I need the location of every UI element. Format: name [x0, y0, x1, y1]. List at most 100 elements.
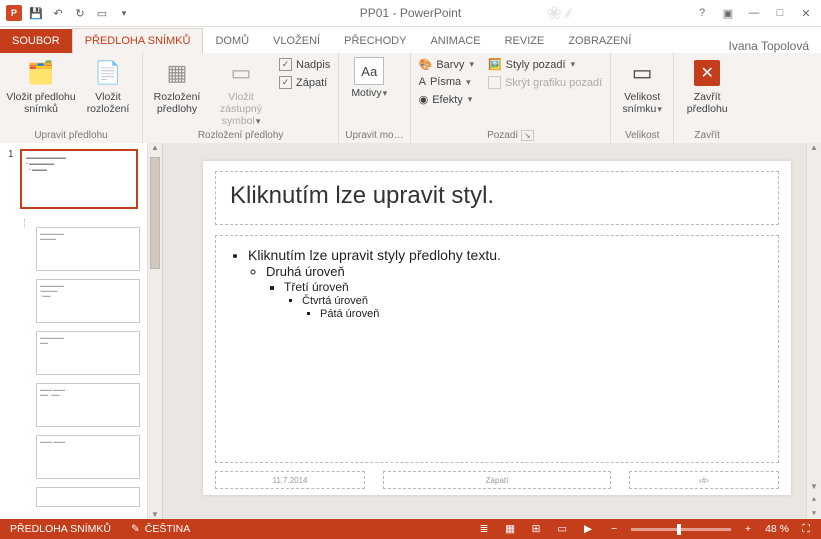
fonts-button[interactable]: APísma▾	[417, 75, 476, 89]
signed-in-user[interactable]: Ivana Topolová	[716, 39, 821, 53]
qat-customize-icon[interactable]: ▾	[116, 5, 132, 21]
spellcheck-icon: ✎	[131, 523, 140, 535]
close-window-icon[interactable]: ✕	[797, 4, 815, 22]
insert-placeholder-button[interactable]: ▭ Vložit zástupný symbol▾	[209, 55, 273, 127]
previous-slide-icon[interactable]: ⯅	[807, 495, 821, 505]
tab-slide-master[interactable]: PŘEDLOHA SNÍMKŮ	[72, 28, 204, 54]
start-from-beginning-icon[interactable]: ▭	[94, 5, 110, 21]
master-layout-icon: ▦	[161, 57, 193, 89]
effects-button[interactable]: ◉Efekty▾	[417, 92, 476, 107]
undo-icon[interactable]: ↶	[50, 5, 66, 21]
tab-home[interactable]: DOMŮ	[203, 29, 261, 53]
slideshow-view-icon[interactable]: ▶	[579, 522, 597, 536]
layout-thumbnail[interactable]: ▬▬▬▬▬▬▬▬▬▬	[36, 227, 140, 271]
slide-sorter-view-icon[interactable]: ⊞	[527, 522, 545, 536]
tab-insert[interactable]: VLOŽENÍ	[261, 29, 332, 53]
hide-background-graphics-checkbox[interactable]: Skrýt grafiku pozadí	[486, 75, 604, 90]
layout-thumbnail[interactable]: ▬▬▬ ▬▬▬	[36, 435, 140, 479]
help-icon[interactable]: ?	[693, 4, 711, 22]
checkbox-checked-icon: ✓	[279, 58, 292, 71]
tab-transitions[interactable]: PŘECHODY	[332, 29, 418, 53]
checkbox-unchecked-icon	[488, 76, 501, 89]
maximize-icon[interactable]: □	[771, 4, 789, 22]
effects-icon: ◉	[419, 93, 429, 106]
themes-button[interactable]: Aa Motivy▾	[345, 55, 393, 99]
slide-size-icon: ▭	[626, 57, 658, 89]
group-master-layout: ▦ Rozložení předlohy ▭ Vložit zástupný s…	[143, 53, 339, 143]
status-bar: PŘEDLOHA SNÍMKŮ ✎ČEŠTINA ≣ ▦ ⊞ ▭ ▶ − + 4…	[0, 519, 821, 539]
workspace: 1 ▬▬▬▬▬▬▬▬▪ ▬▬▬▬▬ ▪ ▬▬▬ ▬▬▬▬▬▬▬▬▬▬ ▬▬▬▬▬…	[0, 143, 821, 519]
decorative-floral-icon: ❀⸙	[501, 0, 621, 26]
title-bar: P 💾 ↶ ↻ ▭ ▾ ❀⸙ PP01 - PowerPoint ? ▣ — □…	[0, 0, 821, 27]
thumbnail-connector	[24, 219, 37, 227]
layout-thumbnail[interactable]: ▬▬▬▬▬▬▬▬	[36, 331, 140, 375]
title-placeholder[interactable]: Kliknutím lze upravit styl.	[215, 171, 779, 225]
reading-view-icon[interactable]: ▭	[553, 522, 571, 536]
master-number: 1	[8, 149, 16, 160]
notes-button-icon[interactable]: ≣	[475, 522, 493, 536]
app-logo-icon: P	[6, 5, 22, 21]
scroll-up-icon[interactable]: ▲	[807, 143, 821, 152]
slide-number-placeholder[interactable]: ‹#›	[629, 471, 779, 489]
group-edit-master: 🗂️ Vložit předlohu snímků 📄 Vložit rozlo…	[0, 53, 143, 143]
zoom-slider[interactable]	[631, 528, 731, 531]
next-slide-icon[interactable]: ⯆	[807, 509, 821, 519]
bullet-level-3: Třetí úroveň	[284, 280, 764, 294]
colors-button[interactable]: 🎨Barvy▾	[417, 57, 476, 72]
title-checkbox[interactable]: ✓Nadpis	[277, 57, 332, 72]
zoom-out-button[interactable]: −	[605, 522, 623, 536]
master-thumbnail[interactable]: ▬▬▬▬▬▬▬▬▪ ▬▬▬▬▬ ▪ ▬▬▬	[20, 149, 138, 209]
bullet-level-4: Čtvrtá úroveň	[302, 295, 764, 307]
tab-view[interactable]: ZOBRAZENÍ	[556, 29, 643, 53]
footers-checkbox[interactable]: ✓Zápatí	[277, 75, 332, 90]
canvas-scrollbar[interactable]: ▲ ▼ ⯅ ⯆	[806, 143, 821, 519]
zoom-in-button[interactable]: +	[739, 522, 757, 536]
bullet-level-2: Druhá úroveň	[266, 264, 764, 279]
thumbnail-scrollbar[interactable]: ▲ ▼	[147, 143, 162, 519]
tab-animations[interactable]: ANIMACE	[418, 29, 492, 53]
minimize-icon[interactable]: —	[745, 4, 763, 22]
scrollbar-thumb[interactable]	[150, 157, 160, 269]
background-styles-icon: 🖼️	[488, 58, 502, 71]
zoom-level[interactable]: 48 %	[765, 523, 789, 535]
body-placeholder[interactable]: Kliknutím lze upravit styly předlohy tex…	[215, 235, 779, 463]
colors-icon: 🎨	[419, 58, 433, 71]
scroll-down-icon[interactable]: ▼	[807, 482, 821, 491]
insert-slide-master-button[interactable]: 🗂️ Vložit předlohu snímků	[6, 55, 76, 115]
ribbon-display-options-icon[interactable]: ▣	[719, 4, 737, 22]
slide-master-canvas[interactable]: Kliknutím lze upravit styl. Kliknutím lz…	[203, 161, 791, 495]
dialog-launcher-icon[interactable]: ↘	[521, 130, 534, 141]
footer-placeholder[interactable]: Zápatí	[383, 471, 611, 489]
status-view-mode[interactable]: PŘEDLOHA SNÍMKŮ	[0, 523, 121, 535]
group-background: 🎨Barvy▾ APísma▾ ◉Efekty▾ 🖼️Styly pozadí▾…	[411, 53, 612, 143]
slide-canvas-area: Kliknutím lze upravit styl. Kliknutím lz…	[163, 143, 821, 519]
file-tab[interactable]: SOUBOR	[0, 29, 72, 53]
quick-access-toolbar: P 💾 ↶ ↻ ▭ ▾	[0, 5, 138, 21]
scroll-up-icon[interactable]: ▲	[148, 143, 162, 152]
close-master-view-button[interactable]: ✕ Zavřít předlohu	[680, 55, 734, 115]
background-styles-button[interactable]: 🖼️Styly pozadí▾	[486, 57, 604, 72]
status-language[interactable]: ✎ČEŠTINA	[121, 523, 200, 535]
tab-review[interactable]: REVIZE	[493, 29, 557, 53]
redo-icon[interactable]: ↻	[72, 5, 88, 21]
save-icon[interactable]: 💾	[28, 5, 44, 21]
insert-layout-button[interactable]: 📄 Vložit rozložení	[80, 55, 136, 115]
fit-to-window-icon[interactable]: ⛶	[797, 522, 815, 536]
layout-thumbnail[interactable]: ▬▬▬▬▬▬▪▬▬▬▬ ▪▬▬	[36, 279, 140, 323]
zoom-slider-thumb[interactable]	[677, 524, 681, 535]
master-layout-button[interactable]: ▦ Rozložení předlohy	[149, 55, 205, 115]
group-size: ▭ Velikost snímku▾ Velikost	[611, 53, 674, 143]
thumbnail-panel: 1 ▬▬▬▬▬▬▬▬▪ ▬▬▬▬▬ ▪ ▬▬▬ ▬▬▬▬▬▬▬▬▬▬ ▬▬▬▬▬…	[0, 143, 163, 519]
bullet-level-5: Pátá úroveň	[320, 308, 764, 320]
ribbon: 🗂️ Vložit předlohu snímků 📄 Vložit rozlo…	[0, 53, 821, 144]
layout-thumbnail[interactable]	[36, 487, 140, 507]
scroll-down-icon[interactable]: ▼	[148, 510, 162, 519]
themes-icon: Aa	[354, 57, 384, 85]
layout-thumbnail[interactable]: ▬▬▬ ▬▬▬▬▬ ▬▬	[36, 383, 140, 427]
date-placeholder[interactable]: 11.7.2014	[215, 471, 365, 489]
close-master-icon: ✕	[694, 60, 720, 86]
normal-view-icon[interactable]: ▦	[501, 522, 519, 536]
group-close: ✕ Zavřít předlohu Zavřít	[674, 53, 740, 143]
slide-size-button[interactable]: ▭ Velikost snímku▾	[617, 55, 667, 115]
insert-slide-master-icon: 🗂️	[25, 57, 57, 89]
